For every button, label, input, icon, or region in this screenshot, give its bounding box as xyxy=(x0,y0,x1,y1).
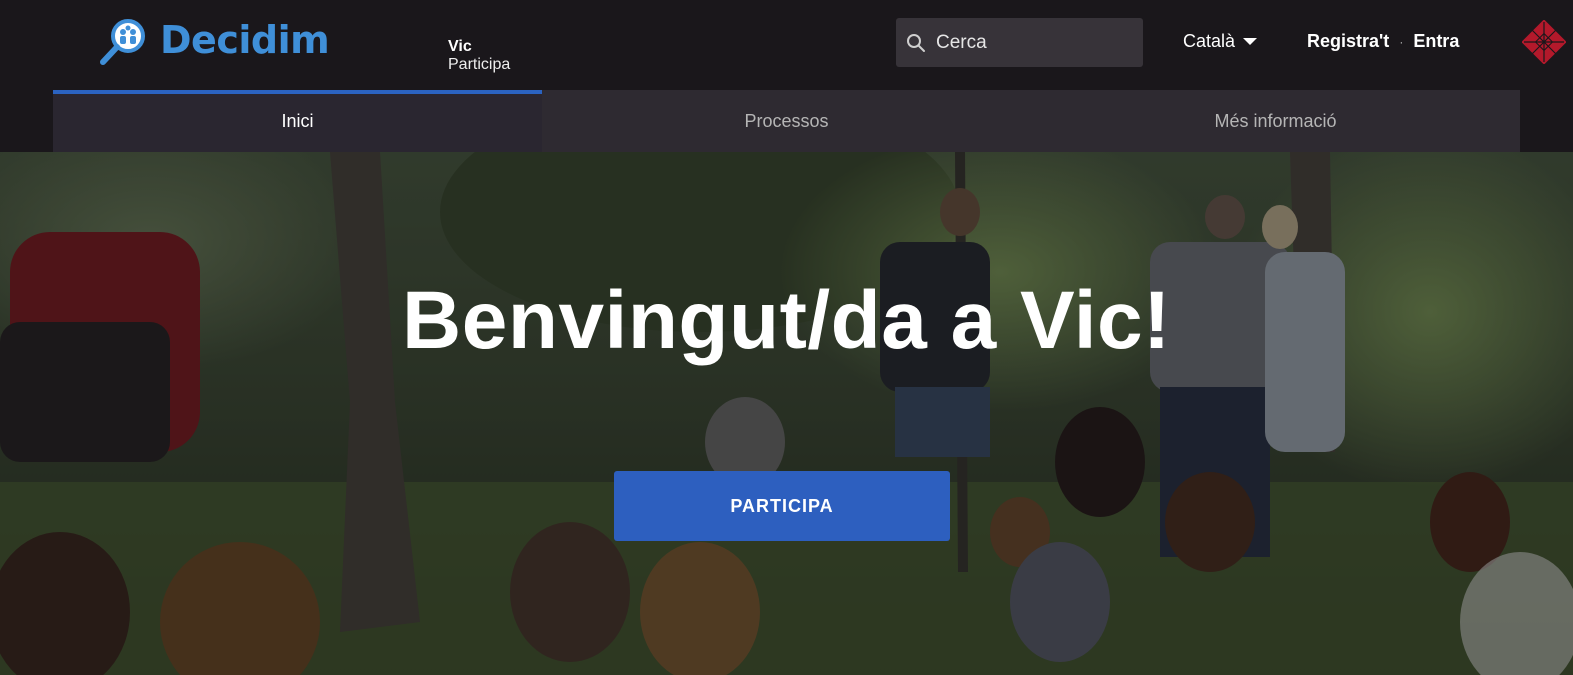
tab-processos[interactable]: Processos xyxy=(542,90,1031,152)
logo-wordmark: Decidim xyxy=(160,18,330,62)
logo-letter: D xyxy=(160,18,192,62)
hero-section: Benvingut/da a Vic! PARTICIPA xyxy=(0,152,1573,675)
login-link[interactable]: Entra xyxy=(1413,31,1459,52)
magnifier-logo-icon xyxy=(100,19,145,65)
organization-name: Vic Participa xyxy=(448,38,510,74)
chevron-down-icon xyxy=(1243,38,1258,45)
auth-separator: · xyxy=(1399,34,1404,49)
language-label: Català xyxy=(1183,31,1236,51)
register-link[interactable]: Registra't xyxy=(1307,31,1389,52)
main-navigation: Inici Processos Més informació xyxy=(0,90,1573,152)
hero-background-image xyxy=(0,152,1573,675)
logo-rest: ecidim xyxy=(191,18,330,62)
tab-mes-informacio[interactable]: Més informació xyxy=(1031,90,1520,152)
tab-inici[interactable]: Inici xyxy=(53,90,542,152)
participa-button[interactable]: PARTICIPA xyxy=(614,471,950,541)
org-line2: Participa xyxy=(448,56,511,73)
search-icon xyxy=(907,33,925,52)
search-box xyxy=(896,18,1143,67)
top-header: Decidim Vic Participa Català Registra't … xyxy=(0,0,1573,90)
org-line1: Vic xyxy=(448,38,472,55)
city-emblem-icon[interactable] xyxy=(1522,20,1566,64)
auth-links: Registra't · Entra xyxy=(1307,31,1459,52)
search-input[interactable] xyxy=(936,31,1126,54)
hero-title: Benvingut/da a Vic! xyxy=(402,275,1171,366)
language-selector[interactable]: Català xyxy=(1183,31,1258,52)
